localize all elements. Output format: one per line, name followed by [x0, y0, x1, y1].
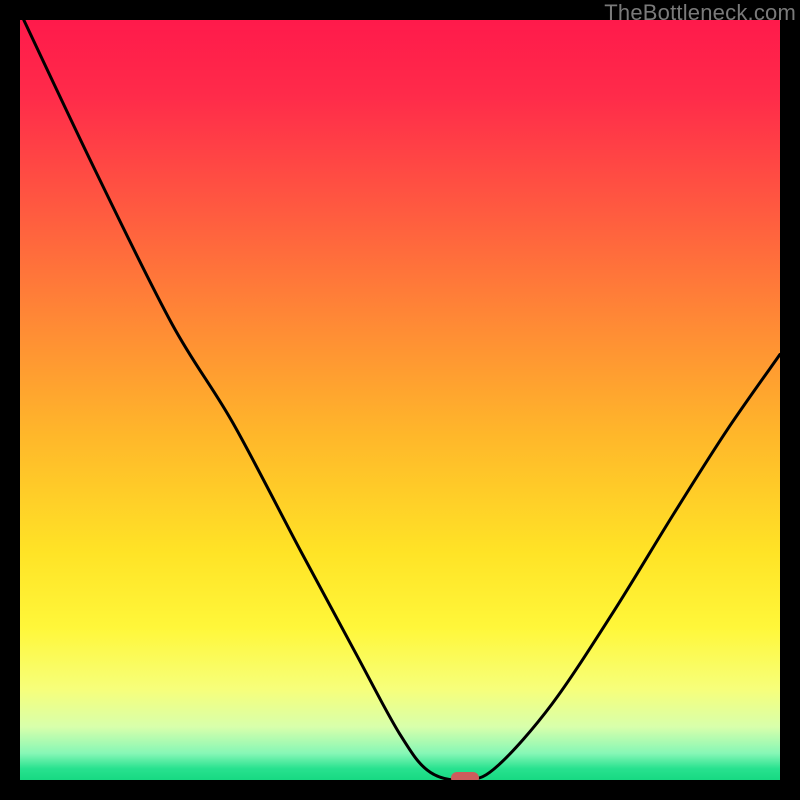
bottleneck-curve — [20, 20, 780, 780]
plot-area — [20, 20, 780, 780]
chart-frame: TheBottleneck.com — [0, 0, 800, 800]
watermark-text: TheBottleneck.com — [604, 0, 796, 26]
optimum-marker — [451, 772, 479, 780]
